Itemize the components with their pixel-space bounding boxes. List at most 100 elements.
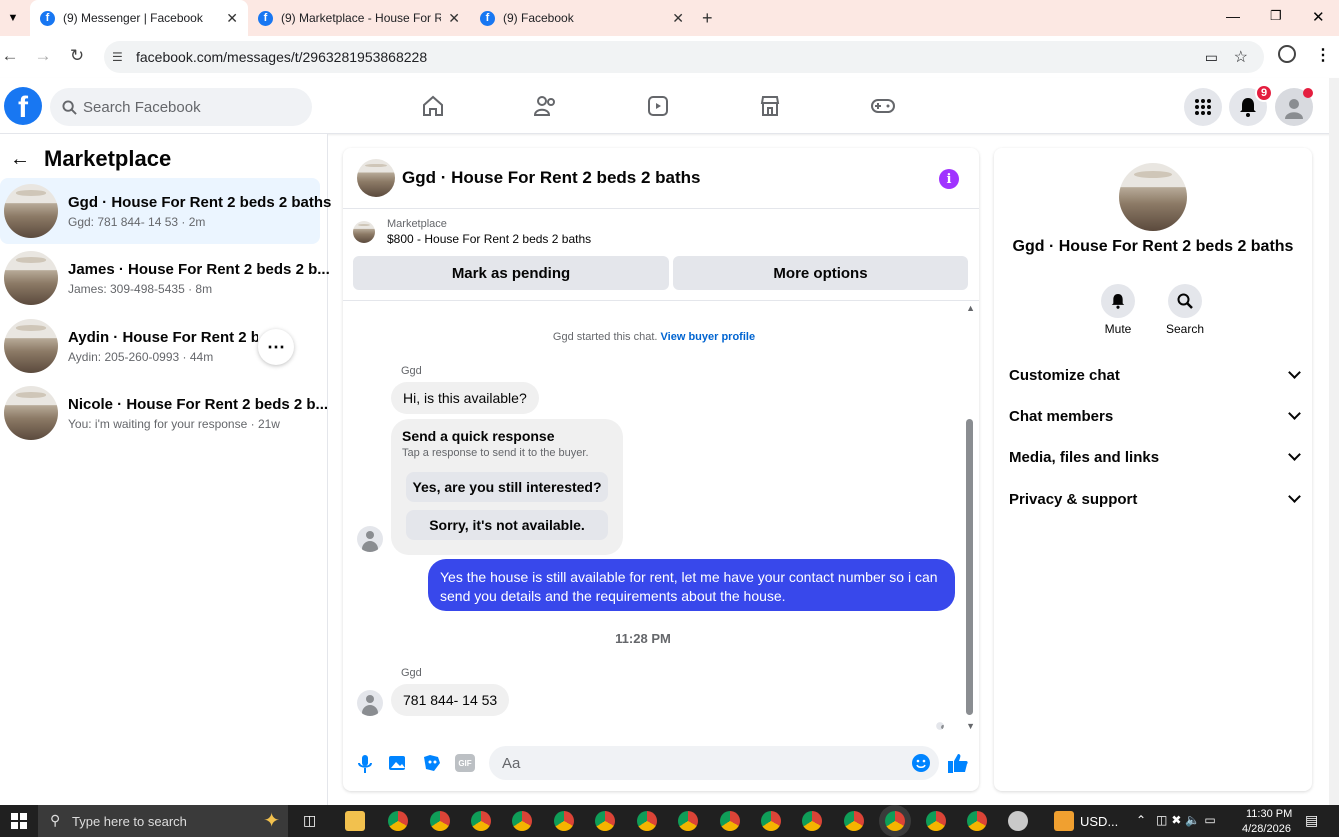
photo-icon[interactable]: [388, 753, 408, 773]
tray-icons[interactable]: ◫✖🔈▭: [1156, 813, 1220, 827]
install-app-icon[interactable]: ▭: [1205, 49, 1218, 66]
notification-center-icon[interactable]: ▤: [1305, 812, 1318, 829]
video-icon[interactable]: [644, 92, 672, 120]
chrome-icon[interactable]: [595, 811, 615, 831]
menu-grid-icon[interactable]: [1184, 88, 1222, 126]
search-in-chat-button[interactable]: [1168, 284, 1202, 318]
chrome-icon[interactable]: [761, 811, 781, 831]
window-close-icon[interactable]: ✕: [1312, 8, 1325, 26]
scroll-up-arrow-icon[interactable]: ▲: [966, 303, 975, 313]
back-icon[interactable]: ←: [0, 46, 20, 66]
chrome-icon-active[interactable]: [885, 811, 905, 831]
chrome-icon[interactable]: [637, 811, 657, 831]
browser-tab-strip: ▼ f (9) Messenger | Facebook ✕ f (9) Mar…: [0, 0, 1339, 36]
privacy-support-section[interactable]: Privacy & support: [1009, 484, 1301, 514]
taskbar-search-input[interactable]: ⚲ Type here to search ✦: [38, 805, 288, 837]
chrome-icon[interactable]: [844, 811, 864, 831]
bell-icon: [1111, 294, 1125, 309]
more-options-button[interactable]: More options: [673, 256, 968, 290]
account-avatar[interactable]: [1275, 88, 1313, 126]
conversation-options-button[interactable]: ⋯: [258, 329, 294, 365]
page-scrollbar[interactable]: [1329, 78, 1339, 805]
chrome-icon[interactable]: [678, 811, 698, 831]
chrome-icon[interactable]: [430, 811, 450, 831]
microphone-icon[interactable]: [357, 754, 373, 774]
new-tab-icon[interactable]: +: [702, 8, 713, 29]
quick-response-yes-button[interactable]: Yes, are you still interested?: [406, 472, 608, 502]
home-icon[interactable]: [419, 92, 447, 120]
gif-icon[interactable]: GIF: [455, 754, 475, 772]
chrome-icon[interactable]: [720, 811, 740, 831]
chrome-icon[interactable]: [967, 811, 987, 831]
close-tab-icon[interactable]: ✕: [672, 10, 684, 27]
listing-avatar: [4, 319, 58, 373]
facebook-logo[interactable]: f: [4, 87, 42, 125]
chrome-icon[interactable]: [512, 811, 532, 831]
sticker-icon[interactable]: [422, 753, 442, 773]
address-bar[interactable]: ☰ facebook.com/messages/t/29632819538682…: [104, 41, 1264, 73]
marketplace-icon[interactable]: [756, 92, 784, 120]
info-icon[interactable]: i: [939, 169, 959, 189]
search-input[interactable]: Search Facebook: [50, 88, 312, 126]
chat-details-panel: Ggd · House For Rent 2 beds 2 baths Mute…: [994, 148, 1312, 791]
message-input[interactable]: Aa: [489, 746, 939, 780]
facebook-favicon-icon: f: [258, 10, 273, 26]
profile-icon[interactable]: [1278, 45, 1296, 63]
tab-facebook[interactable]: f (9) Facebook ✕: [470, 0, 694, 36]
details-avatar[interactable]: [1119, 163, 1187, 231]
chat-avatar[interactable]: [357, 159, 395, 197]
chrome-icon[interactable]: [802, 811, 822, 831]
chat-scrollbar[interactable]: [966, 419, 973, 715]
sender-name: Ggd: [401, 365, 422, 377]
chevron-down-icon: [1288, 448, 1301, 461]
copilot-sparkle-icon: ✦: [263, 810, 280, 832]
reload-icon[interactable]: ↻: [67, 46, 87, 66]
tab-marketplace[interactable]: f (9) Marketplace - House For Re ✕: [248, 0, 470, 36]
file-explorer-icon[interactable]: [345, 811, 365, 831]
quick-response-no-button[interactable]: Sorry, it's not available.: [406, 510, 608, 540]
chat-header: Ggd · House For Rent 2 beds 2 baths i: [343, 148, 979, 209]
mark-pending-button[interactable]: Mark as pending: [353, 256, 669, 290]
close-tab-icon[interactable]: ✕: [448, 10, 460, 27]
back-arrow-icon[interactable]: ←: [10, 148, 30, 171]
scroll-down-arrow-icon[interactable]: ▼: [966, 721, 975, 731]
chat-title[interactable]: Ggd · House For Rent 2 beds 2 baths: [402, 168, 700, 188]
currency-widget-icon[interactable]: [1054, 811, 1074, 831]
task-view-icon[interactable]: ◫: [303, 812, 316, 829]
view-buyer-profile-link[interactable]: View buyer profile: [661, 331, 756, 343]
chrome-icon[interactable]: [926, 811, 946, 831]
emoji-icon[interactable]: [911, 753, 931, 773]
chrome-icon[interactable]: [554, 811, 574, 831]
gaming-icon[interactable]: [869, 92, 897, 120]
chrome-icon[interactable]: [388, 811, 408, 831]
message-list[interactable]: Ggd started this chat. View buyer profil…: [343, 300, 979, 738]
app-icon[interactable]: [1008, 811, 1028, 831]
browser-menu-icon[interactable]: ⋮: [1315, 45, 1331, 65]
friends-icon[interactable]: [532, 92, 560, 120]
bookmark-star-icon[interactable]: ☆: [1234, 47, 1248, 67]
chat-members-section[interactable]: Chat members: [1009, 401, 1301, 431]
tray-chevron-icon[interactable]: ⌃: [1136, 813, 1146, 827]
sidebar-header: ← Marketplace: [10, 146, 171, 172]
media-files-section[interactable]: Media, files and links: [1009, 442, 1301, 472]
listing-summary[interactable]: Marketplace $800 - House For Rent 2 beds…: [353, 218, 591, 246]
conversation-item[interactable]: James · House For Rent 2 beds 2 b... Jame…: [0, 245, 330, 311]
conversation-item[interactable]: Ggd · House For Rent 2 beds 2 baths Ggd: …: [0, 178, 331, 244]
site-info-icon[interactable]: ☰: [112, 50, 123, 64]
tab-messenger[interactable]: f (9) Messenger | Facebook ✕: [30, 0, 248, 36]
forward-icon[interactable]: →: [33, 46, 53, 66]
minimize-icon[interactable]: —: [1226, 8, 1240, 24]
restore-icon[interactable]: ❐: [1270, 8, 1282, 24]
notifications-bell-icon[interactable]: 9: [1229, 84, 1273, 126]
chrome-icon[interactable]: [471, 811, 491, 831]
conversation-item[interactable]: Nicole · House For Rent 2 beds 2 b... You…: [0, 380, 328, 446]
close-tab-icon[interactable]: ✕: [226, 10, 238, 27]
search-icon: [1177, 293, 1193, 309]
mute-button[interactable]: [1101, 284, 1135, 318]
message-bubble: 781 844- 14 53: [391, 684, 510, 716]
windows-start-icon[interactable]: [11, 813, 27, 829]
like-thumb-icon[interactable]: [947, 752, 969, 774]
tab-search-icon[interactable]: ▼: [2, 12, 24, 24]
customize-chat-section[interactable]: Customize chat: [1009, 360, 1301, 390]
quick-response-card: Send a quick response Tap a response to …: [391, 419, 623, 555]
